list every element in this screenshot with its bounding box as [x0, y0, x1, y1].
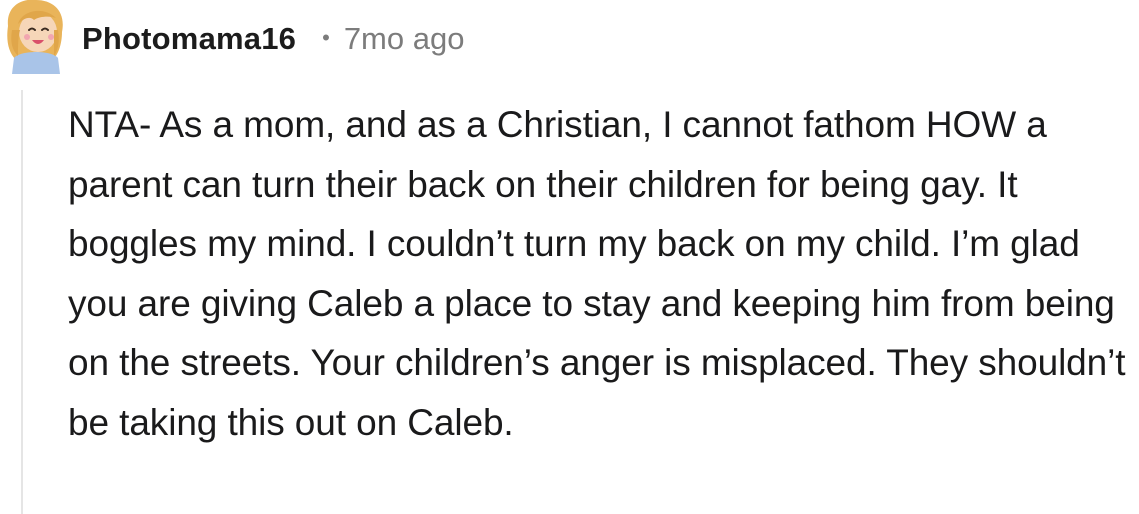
cartoon-girl-avatar-icon	[7, 0, 63, 74]
comment-timestamp[interactable]: 7mo ago	[344, 21, 465, 57]
avatar[interactable]	[0, 0, 76, 74]
author-username[interactable]: Photomama16	[82, 21, 296, 57]
thread-line[interactable]	[21, 90, 23, 514]
meta-separator: •	[322, 25, 330, 50]
comment-card: Photomama16 • 7mo ago NTA- As a mom, and…	[0, 0, 1139, 514]
comment-body: NTA- As a mom, and as a Christian, I can…	[68, 104, 1126, 443]
comment-header: Photomama16 • 7mo ago	[82, 17, 464, 61]
